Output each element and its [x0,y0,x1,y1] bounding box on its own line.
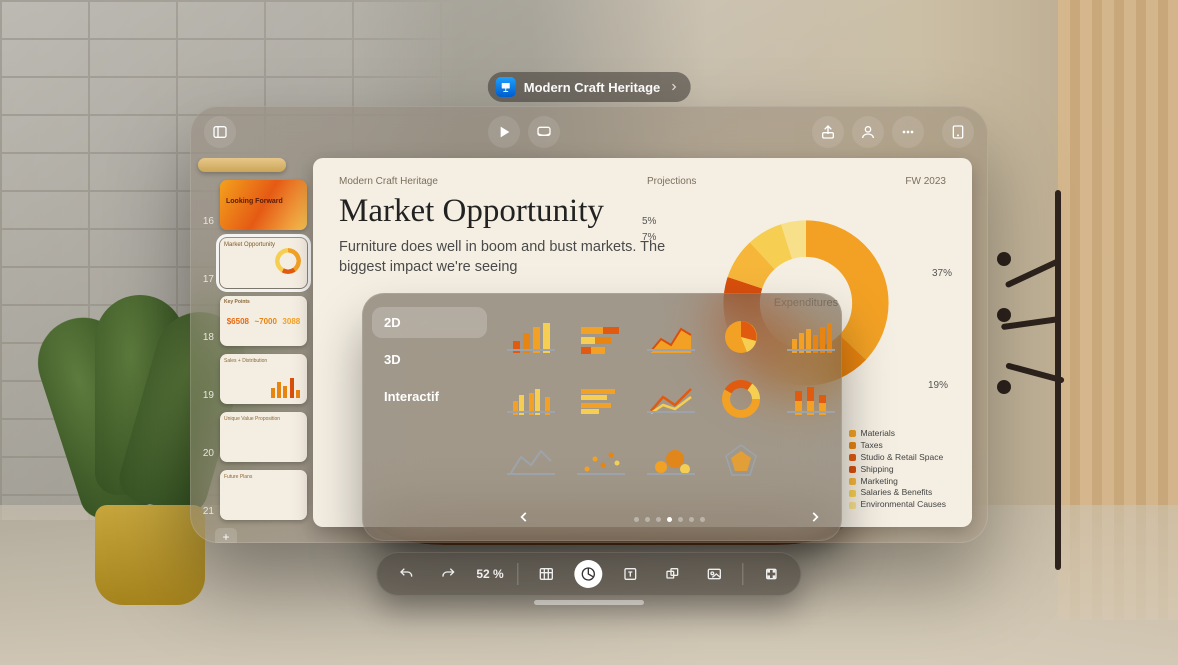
insert-chart-button[interactable] [575,560,603,588]
more-button[interactable] [892,116,924,148]
chart-type-pie[interactable] [713,309,769,357]
chart-type-line-multi[interactable] [643,371,699,419]
slide-thumb-21[interactable]: 21 Future Plans [200,470,307,520]
bottom-toolbar: 52 % [376,552,801,596]
callout-5: 5% [642,216,656,227]
chart-type-donut[interactable] [713,371,769,419]
slide-section-label: Projections [647,176,696,187]
redo-button[interactable] [434,560,462,588]
chart-type-bar-multi[interactable] [783,309,839,357]
chart-type-scatter[interactable] [573,433,629,481]
zoom-level[interactable]: 52 % [476,567,503,581]
document-title: Modern Craft Heritage [524,80,661,95]
picker-next-button[interactable] [802,506,828,533]
play-button[interactable] [488,116,520,148]
chart-type-grid [497,293,861,541]
chart-type-radar[interactable] [713,433,769,481]
window-grabber[interactable] [534,600,644,605]
format-inspector-button[interactable] [942,116,974,148]
insert-table-button[interactable] [533,560,561,588]
slide-doc-label: Modern Craft Heritage [339,176,438,187]
chart-type-area[interactable] [643,309,699,357]
picker-prev-button[interactable] [511,506,537,533]
chart-type-bar-grouped[interactable] [503,371,559,419]
slide-thumb-17[interactable]: 17 Market Opportunity [200,238,307,288]
slide-thumb-19[interactable]: 19 Sales + Distribution [200,354,307,404]
share-button[interactable] [812,116,844,148]
chart-type-bar[interactable] [503,309,559,357]
slide-navigator[interactable]: 15 16 Looking Forward 17 Market Opportun… [190,158,313,543]
slide-edition-label: FW 2023 [905,176,946,187]
callout-37: 37% [932,268,952,279]
tab-2d[interactable]: 2D [372,307,487,338]
window-title-pill[interactable]: Modern Craft Heritage [488,72,691,102]
chart-type-hbar-stacked[interactable] [573,309,629,357]
toggle-sidebar-button[interactable] [204,116,236,148]
keynote-app-icon [496,77,516,97]
chevron-right-icon [668,80,678,95]
slide-thumb-15[interactable]: 15 [200,158,307,172]
slide-thumb-16[interactable]: 16 Looking Forward [200,180,307,230]
callout-7: 7% [642,232,656,243]
window-toolbar [190,106,988,158]
insert-text-button[interactable] [617,560,645,588]
slide-thumb-20[interactable]: 20 Unique Value Proposition [200,412,307,462]
tab-interactive[interactable]: Interactif [372,381,487,412]
picker-page-dots [634,517,705,522]
insert-shape-button[interactable] [659,560,687,588]
rehearse-button[interactable] [528,116,560,148]
undo-button[interactable] [392,560,420,588]
insert-comment-button[interactable] [758,560,786,588]
chart-picker-popover: 2D 3D Interactif [362,293,842,541]
add-slide-button[interactable]: + [215,528,237,543]
chart-picker-tabs: 2D 3D Interactif [362,293,497,541]
slide-thumb-18[interactable]: 18 Key Points $6508 ~7000 3088 [200,296,307,346]
chart-type-line[interactable] [503,433,559,481]
chart-type-bar-stacked[interactable] [783,371,839,419]
chart-type-hbar-grouped[interactable] [573,371,629,419]
slide-body[interactable]: Furniture does well in boom and bust mar… [339,238,669,277]
chart-legend: Materials Taxes Studio & Retail Space Sh… [849,428,946,511]
chart-type-bubble[interactable] [643,433,699,481]
insert-media-button[interactable] [701,560,729,588]
callout-19: 19% [928,380,948,391]
tab-3d[interactable]: 3D [372,344,487,375]
collaborate-button[interactable] [852,116,884,148]
